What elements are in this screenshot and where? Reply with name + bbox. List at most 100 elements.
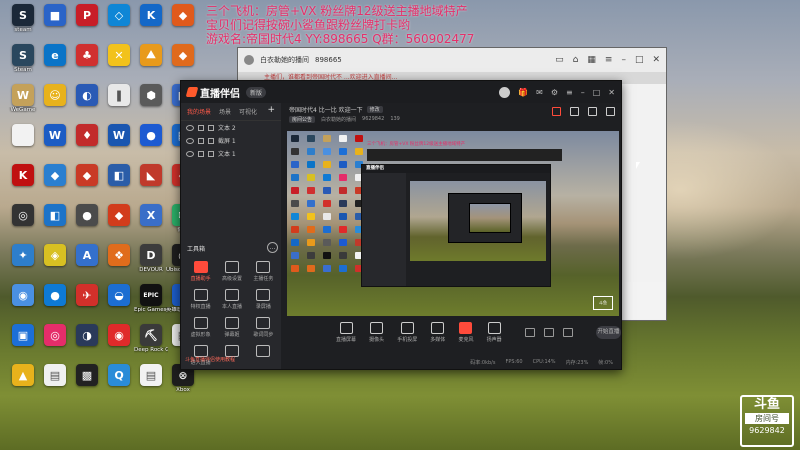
desktop-icon[interactable]: ◇ [102, 4, 136, 27]
stream-preview[interactable]: 三个飞机：房管+VX 粉丝牌12级送主播地域特产 直播伴侣 斗鱼 [287, 131, 619, 316]
visibility-icon[interactable] [186, 150, 194, 157]
mail-icon[interactable]: ✉ [536, 88, 543, 97]
lock-icon[interactable] [198, 150, 204, 157]
desktop-icon[interactable]: ✈ [70, 284, 104, 307]
desktop-icon[interactable]: ● [134, 124, 168, 147]
settings-icon[interactable] [562, 327, 573, 337]
source-button[interactable]: 扬声器 [487, 321, 502, 343]
desktop-icon[interactable]: P [70, 4, 104, 27]
tutorial-link[interactable]: 斗鱼直播伴侣使用教程 [185, 356, 235, 363]
tab-scene[interactable]: 场景 [219, 107, 231, 116]
version-badge[interactable]: 新版 [246, 86, 267, 98]
share-icon[interactable] [606, 107, 615, 116]
source-button[interactable]: 摄像头 [369, 321, 384, 343]
desktop-icon[interactable]: ▤ [38, 364, 72, 387]
scene-item[interactable]: 文本 1 [181, 147, 281, 160]
add-scene-icon[interactable]: + [267, 106, 275, 116]
desktop-icon[interactable]: ▲ [6, 364, 40, 387]
tool-item[interactable]: 直播助手 [185, 261, 216, 282]
desktop-icon[interactable]: W [38, 124, 72, 147]
desktop-icon[interactable]: X [134, 204, 168, 227]
menu-icon[interactable]: ≡ [566, 88, 573, 97]
desktop-icon[interactable]: e [38, 44, 72, 67]
tool-item[interactable]: 特权直播 [185, 289, 216, 310]
desktop-icon[interactable]: ◆ [166, 44, 200, 67]
close-icon[interactable]: ✕ [608, 88, 615, 97]
desktop-icon[interactable]: ⛰ [134, 44, 168, 67]
toolbox-more-icon[interactable]: … [267, 242, 278, 253]
tab-my-scenes[interactable]: 我的场景 [187, 107, 211, 116]
tool-item[interactable]: 高级设置 [216, 261, 247, 282]
tool-item[interactable] [248, 345, 279, 366]
user-avatar[interactable] [499, 86, 511, 98]
minimize-icon[interactable]: – [581, 88, 585, 97]
desktop-icon[interactable]: ❖ [102, 244, 136, 267]
desktop-icon[interactable]: ◎ [6, 204, 40, 227]
layout-icon[interactable] [588, 107, 597, 116]
desktop-icon[interactable]: ◆ [102, 204, 136, 227]
tiles-icon[interactable]: ▦ [587, 55, 596, 65]
desktop-icon[interactable]: ◧ [38, 204, 72, 227]
chat-icon[interactable] [570, 107, 579, 116]
desktop-icon[interactable]: ◆ [38, 164, 72, 187]
desktop-icon[interactable]: ⬢ [134, 84, 168, 107]
pip-icon[interactable]: ▭ [555, 55, 564, 65]
desktop-icon[interactable]: ■ [38, 4, 72, 27]
desktop-icon[interactable]: ♦ [70, 124, 104, 147]
lock-icon[interactable] [198, 124, 204, 131]
desktop-icon[interactable]: ✕ [102, 44, 136, 67]
desktop-icon[interactable]: Q [102, 364, 136, 387]
desktop-icon[interactable]: D DEVOUR [134, 244, 168, 274]
desktop-icon[interactable]: ◑ [70, 324, 104, 347]
source-button[interactable]: 多媒体 [430, 321, 445, 343]
tool-item[interactable]: 虚拟形象 [185, 317, 216, 338]
scene-item[interactable]: 截屏 1 [181, 134, 281, 147]
tool-item[interactable]: 弹幕姬 [216, 317, 247, 338]
desktop-icon[interactable]: K [134, 4, 168, 27]
desktop-icon[interactable]: K [6, 164, 40, 187]
desktop-icon[interactable]: ✦ [6, 244, 40, 267]
desktop-icon[interactable]: ♣ [70, 44, 104, 67]
tool-item[interactable]: 本人直播 [216, 289, 247, 310]
lock-icon[interactable] [198, 137, 204, 144]
room-notice-button[interactable]: 房间公告 [289, 116, 316, 123]
streaming-app-window[interactable]: 直播伴侣 新版 🎁 ✉ ⚙ ≡ – □ ✕ 我的场景 场景 可视化 + 文本 2… [180, 80, 622, 370]
tool-item[interactable]: 录屏播 [248, 289, 279, 310]
desktop-icon[interactable]: ◧ [102, 164, 136, 187]
desktop-icon[interactable]: W [102, 124, 136, 147]
desktop-icon[interactable]: ◆ [70, 164, 104, 187]
desktop-icon[interactable]: ◐ [70, 84, 104, 107]
scene-item[interactable]: 文本 2 [181, 121, 281, 134]
desktop-icon[interactable]: ◎ [38, 324, 72, 347]
visibility-icon[interactable] [186, 137, 194, 144]
maximize-icon[interactable]: □ [635, 55, 644, 65]
desktop-icon[interactable]: ◉ [6, 284, 40, 307]
desktop-icon[interactable]: S Steam [6, 44, 40, 74]
record-icon[interactable] [543, 327, 554, 337]
home-icon[interactable]: ⌂ [573, 55, 579, 65]
minimize-icon[interactable]: – [621, 55, 626, 65]
desktop-icon[interactable]: EPICEpic Games Launcher [134, 284, 168, 314]
desktop-icon[interactable]: ▤ [134, 364, 168, 387]
desktop-icon[interactable]: ❚ [102, 84, 136, 107]
desktop-icon[interactable]: W WeGame [6, 84, 40, 114]
camera-toggle-icon[interactable] [524, 327, 535, 337]
tool-item[interactable]: 歌词同步 [248, 317, 279, 338]
source-button[interactable]: 手机投屏 [397, 321, 417, 343]
browser-titlebar[interactable]: 白衣勒她的播间 898665 ▭ ⌂ ▦ ≡ – □ ✕ [238, 48, 666, 73]
desktop-icon[interactable] [6, 124, 40, 147]
close-icon[interactable]: ✕ [652, 55, 660, 65]
desktop-icon[interactable]: ▩ [70, 364, 104, 387]
desktop-icon[interactable]: ◆ [166, 4, 200, 27]
desktop-icon[interactable]: Ssteam [6, 4, 40, 34]
desktop-icon[interactable]: ◉ [102, 324, 136, 347]
tool-item[interactable]: 主播任务 [248, 261, 279, 282]
maximize-icon[interactable]: □ [593, 88, 601, 97]
desktop-icon[interactable]: A [70, 244, 104, 267]
start-stream-button[interactable]: 开始直播 [595, 325, 621, 339]
source-button[interactable]: 麦克风 [458, 321, 473, 343]
visibility-icon[interactable] [186, 124, 194, 131]
settings-icon[interactable]: ⚙ [551, 88, 558, 97]
desktop-icon[interactable]: ◈ [38, 244, 72, 267]
desktop-icon[interactable]: ▣ [6, 324, 40, 347]
